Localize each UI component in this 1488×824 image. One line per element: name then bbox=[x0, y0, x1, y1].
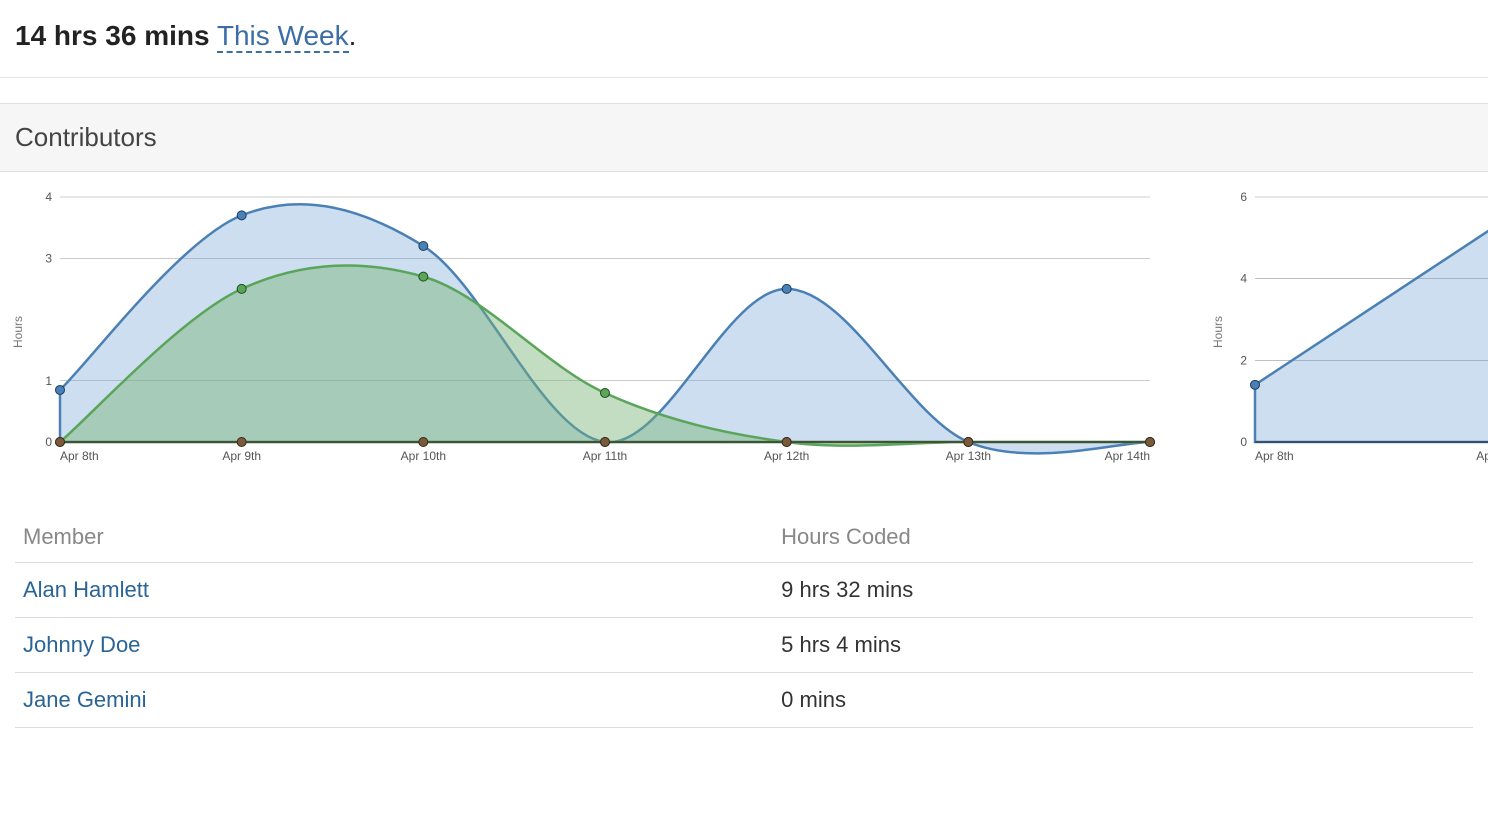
svg-text:Apr 12th: Apr 12th bbox=[764, 449, 809, 463]
member-link[interactable]: Jane Gemini bbox=[23, 687, 147, 712]
chart-secondary: Hours 0 2 4 6 Apr 8th Apr 9th bbox=[1200, 182, 1488, 482]
members-table: Member Hours Coded Alan Hamlett 9 hrs 32 … bbox=[15, 512, 1473, 728]
svg-text:Apr 9th: Apr 9th bbox=[222, 449, 261, 463]
contributors-header: Contributors bbox=[0, 103, 1488, 172]
chart-1-ylabel: Hours bbox=[11, 316, 25, 348]
svg-text:1: 1 bbox=[45, 374, 52, 388]
member-link[interactable]: Johnny Doe bbox=[23, 632, 140, 657]
chart-contributors: Hours 0 1 3 4 Apr 8th Apr 9th Apr 10th Apr 11th… bbox=[0, 182, 1170, 482]
chart-1-svg: 0 1 3 4 Apr 8th Apr 9th Apr 10th Apr 11th Apr 12… bbox=[0, 182, 1170, 482]
member-hours-cell: 9 hrs 32 mins bbox=[773, 563, 1473, 618]
table-row: Jane Gemini 0 mins bbox=[15, 673, 1473, 728]
chart-2-ylabel: Hours bbox=[1211, 316, 1225, 348]
svg-text:3: 3 bbox=[45, 251, 52, 265]
table-row: Alan Hamlett 9 hrs 32 mins bbox=[15, 563, 1473, 618]
member-name-cell: Jane Gemini bbox=[15, 673, 773, 728]
member-name-cell: Johnny Doe bbox=[15, 618, 773, 673]
total-time: 14 hrs 36 mins bbox=[15, 20, 210, 51]
member-name-cell: Alan Hamlett bbox=[15, 563, 773, 618]
svg-text:4: 4 bbox=[1240, 272, 1247, 286]
svg-text:Apr 13th: Apr 13th bbox=[946, 449, 991, 463]
svg-text:4: 4 bbox=[45, 190, 52, 204]
col-header-member: Member bbox=[15, 512, 773, 563]
member-hours-cell: 5 hrs 4 mins bbox=[773, 618, 1473, 673]
svg-text:0: 0 bbox=[1240, 435, 1247, 449]
svg-text:2: 2 bbox=[1240, 353, 1247, 367]
svg-text:Apr 8th: Apr 8th bbox=[60, 449, 99, 463]
svg-text:Apr 8th: Apr 8th bbox=[1255, 449, 1294, 463]
svg-text:Apr 10th: Apr 10th bbox=[401, 449, 446, 463]
table-row: Johnny Doe 5 hrs 4 mins bbox=[15, 618, 1473, 673]
svg-text:Apr 11th: Apr 11th bbox=[583, 449, 627, 463]
svg-text:Apr 9th: Apr 9th bbox=[1476, 449, 1488, 463]
col-header-hours: Hours Coded bbox=[773, 512, 1473, 563]
chart-2-svg: 0 2 4 6 Apr 8th Apr 9th bbox=[1200, 182, 1488, 482]
member-hours-cell: 0 mins bbox=[773, 673, 1473, 728]
summary-trailing: . bbox=[349, 20, 357, 51]
members-table-header-row: Member Hours Coded bbox=[15, 512, 1473, 563]
period-selector-link[interactable]: This Week bbox=[217, 20, 349, 53]
svg-text:0: 0 bbox=[45, 435, 52, 449]
svg-text:6: 6 bbox=[1240, 190, 1247, 204]
member-link[interactable]: Alan Hamlett bbox=[23, 577, 149, 602]
charts-row: Hours 0 1 3 4 Apr 8th Apr 9th Apr 10th Apr 11th… bbox=[0, 172, 1488, 492]
summary-bar: 14 hrs 36 mins This Week. bbox=[0, 0, 1488, 78]
svg-text:Apr 14th: Apr 14th bbox=[1105, 449, 1150, 463]
